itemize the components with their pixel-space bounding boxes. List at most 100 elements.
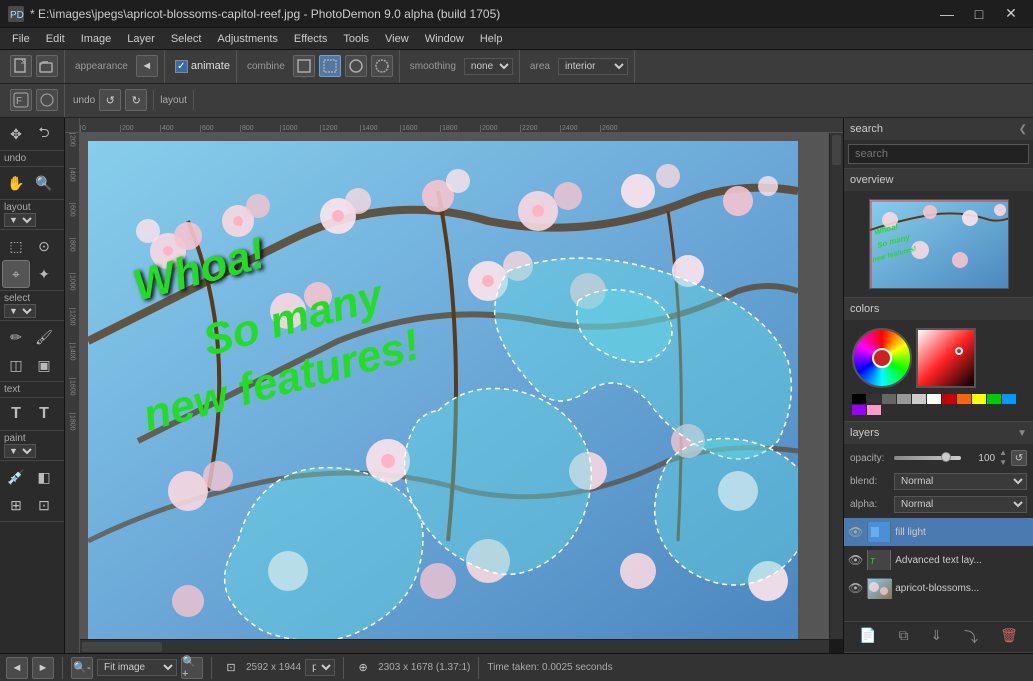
- eraser-tool[interactable]: ◫: [2, 351, 30, 379]
- merge-down-button[interactable]: ⇓: [926, 625, 946, 649]
- move-tool[interactable]: ✥: [2, 120, 30, 148]
- menu-image[interactable]: Image: [73, 31, 120, 47]
- zoom-out-button[interactable]: 🔍-: [71, 657, 93, 679]
- menu-help[interactable]: Help: [472, 31, 511, 47]
- combine-square-btn[interactable]: [293, 55, 315, 77]
- alpha-select[interactable]: Normal Inherit: [894, 496, 1027, 513]
- swatch-orange[interactable]: [957, 394, 971, 404]
- select-mode-select[interactable]: ▼: [4, 304, 36, 318]
- canvas-image[interactable]: Whoa! So many new features!: [88, 141, 798, 639]
- menu-window[interactable]: Window: [417, 31, 472, 47]
- search-header[interactable]: search ❮: [844, 118, 1033, 140]
- zoom-select[interactable]: Fit image 100% 50% 200%: [97, 659, 177, 676]
- swatch-silver[interactable]: [912, 394, 926, 404]
- new-file-button[interactable]: [10, 55, 32, 77]
- v-scroll-thumb[interactable]: [832, 135, 841, 165]
- gradient-tool[interactable]: ◧: [30, 463, 58, 491]
- brush-tool[interactable]: 🖌: [30, 323, 58, 351]
- color-wheel[interactable]: [852, 328, 912, 388]
- text-tool[interactable]: T: [2, 400, 30, 428]
- swatch-purple[interactable]: [852, 405, 866, 415]
- menu-layer[interactable]: Layer: [119, 31, 163, 47]
- prev-nav-button[interactable]: ◄: [6, 657, 28, 679]
- unit-select[interactable]: px % in: [305, 659, 335, 676]
- opacity-slider[interactable]: [894, 456, 961, 460]
- search-input[interactable]: [848, 144, 1029, 164]
- paint-select[interactable]: ▼: [4, 444, 36, 458]
- combine-square-dotted-btn[interactable]: [319, 55, 341, 77]
- blend-select[interactable]: Normal Multiply Screen: [894, 473, 1027, 490]
- layout-select[interactable]: ▼: [4, 213, 36, 227]
- toolbar-file-btn2[interactable]: [36, 89, 58, 111]
- swatch-darkgray[interactable]: [867, 394, 881, 404]
- menu-effects[interactable]: Effects: [286, 31, 335, 47]
- undo-tool[interactable]: ⮌: [30, 120, 58, 148]
- layers-header[interactable]: layers ▼: [844, 422, 1033, 444]
- color-gradient-picker[interactable]: [916, 328, 976, 388]
- menu-select[interactable]: Select: [163, 31, 210, 47]
- zoom-tool[interactable]: 🔍: [30, 169, 58, 197]
- opacity-up[interactable]: ▲: [999, 448, 1007, 458]
- overview-header[interactable]: overview: [844, 169, 1033, 191]
- smoothing-select[interactable]: none low high: [464, 58, 513, 75]
- swatch-pink[interactable]: [867, 405, 881, 415]
- clone-tool[interactable]: ⊞: [2, 491, 30, 519]
- maximize-button[interactable]: □: [965, 4, 993, 24]
- layer-item[interactable]: 👁: [844, 574, 1033, 602]
- toolbar-file-btn1[interactable]: F: [10, 89, 32, 111]
- colors-header[interactable]: colors: [844, 298, 1033, 320]
- open-file-button[interactable]: [36, 55, 58, 77]
- swatch-lightgray[interactable]: [897, 394, 911, 404]
- menu-view[interactable]: View: [377, 31, 417, 47]
- menu-tools[interactable]: Tools: [335, 31, 377, 47]
- menu-file[interactable]: File: [4, 31, 38, 47]
- lasso-tool[interactable]: ⌖: [2, 260, 30, 288]
- duplicate-layer-button[interactable]: ⧉: [894, 625, 912, 649]
- pencil-tool[interactable]: ✏: [2, 323, 30, 351]
- next-nav-button[interactable]: ►: [32, 657, 54, 679]
- layer-visibility-eye[interactable]: 👁: [848, 553, 863, 567]
- swatch-white[interactable]: [927, 394, 941, 404]
- overview-thumbnail[interactable]: Whoa! So many new features!: [869, 199, 1009, 289]
- opacity-reset-btn[interactable]: ↺: [1011, 450, 1027, 466]
- zoom-in-button[interactable]: 🔍+: [181, 657, 203, 679]
- swatch-gray[interactable]: [882, 394, 896, 404]
- delete-layer-button[interactable]: 🗑: [996, 625, 1022, 649]
- crop-tool[interactable]: ⊡: [30, 491, 58, 519]
- combine-circle-btn[interactable]: [345, 55, 367, 77]
- minimize-button[interactable]: —: [933, 4, 961, 24]
- swatch-green[interactable]: [987, 394, 1001, 404]
- opacity-stepper[interactable]: ▲ ▼: [999, 448, 1007, 468]
- text-v-tool[interactable]: T: [30, 400, 58, 428]
- layer-visibility-eye[interactable]: 👁: [848, 525, 863, 539]
- horizontal-scrollbar[interactable]: [80, 639, 829, 653]
- hand-tool[interactable]: ✋: [2, 169, 30, 197]
- ellipse-sel-tool[interactable]: ⊙: [30, 232, 58, 260]
- appearance-btn[interactable]: ◄: [136, 55, 158, 77]
- close-button[interactable]: ✕: [997, 4, 1025, 24]
- h-scroll-thumb[interactable]: [82, 642, 162, 652]
- new-layer-button[interactable]: 📄: [855, 625, 880, 649]
- rectangle-sel-tool[interactable]: ⬚: [2, 232, 30, 260]
- swatch-black[interactable]: [852, 394, 866, 404]
- animate-checkbox[interactable]: ✓: [175, 60, 188, 73]
- vertical-scrollbar[interactable]: [829, 133, 843, 639]
- swatch-yellow[interactable]: [972, 394, 986, 404]
- menu-adjustments[interactable]: Adjustments: [209, 31, 286, 47]
- undo-button[interactable]: ↺: [99, 89, 121, 111]
- combine-circle-dotted-btn[interactable]: [371, 55, 393, 77]
- magic-wand-tool[interactable]: ✦: [30, 260, 58, 288]
- opacity-down[interactable]: ▼: [999, 458, 1007, 468]
- layer-item[interactable]: 👁 T Advanced text lay...: [844, 546, 1033, 574]
- swatch-blue[interactable]: [1002, 394, 1016, 404]
- fill-tool[interactable]: ▣: [30, 351, 58, 379]
- area-select[interactable]: interior exterior both: [558, 58, 628, 75]
- swatch-red[interactable]: [942, 394, 956, 404]
- canvas-viewport[interactable]: Whoa! So many new features!: [80, 133, 829, 639]
- layer-item[interactable]: 👁 fill light: [844, 518, 1033, 546]
- flatten-button[interactable]: ⤵: [960, 625, 982, 649]
- layer-visibility-eye[interactable]: 👁: [848, 581, 863, 595]
- eyedropper-tool[interactable]: 💉: [2, 463, 30, 491]
- menu-edit[interactable]: Edit: [38, 31, 73, 47]
- redo-button[interactable]: ↻: [125, 89, 147, 111]
